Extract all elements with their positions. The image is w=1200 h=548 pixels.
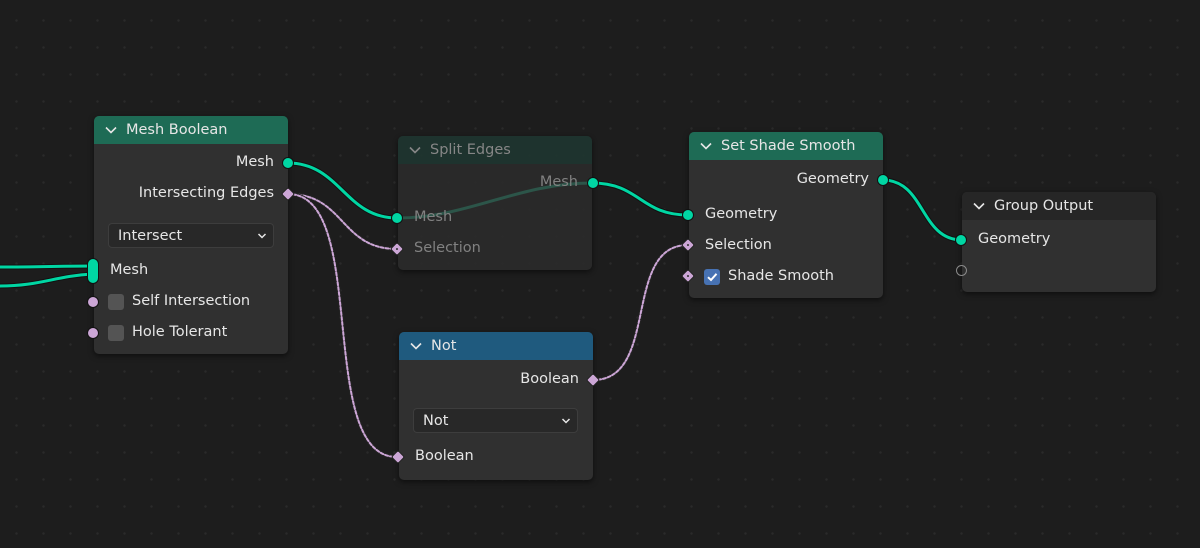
split-edges-output-mesh-socket[interactable] [588, 178, 598, 188]
input-hole-tolerant-socket[interactable] [88, 328, 98, 338]
node-title: Group Output [994, 198, 1094, 214]
chevron-down-icon[interactable] [699, 139, 713, 153]
output-mesh-socket[interactable] [283, 158, 293, 168]
node-title: Not [431, 338, 457, 354]
shade-smooth-label: Shade Smooth [728, 268, 834, 284]
self-intersection-label: Self Intersection [132, 293, 251, 309]
node-mesh-boolean[interactable]: Mesh Boolean Mesh Intersecting Edges Int… [88, 116, 294, 354]
node-title: Set Shade Smooth [721, 138, 856, 154]
node-title: Mesh Boolean [126, 122, 228, 138]
chevron-down-icon [561, 418, 571, 424]
input-self-intersection-socket[interactable] [88, 297, 98, 307]
output-boolean-label: Boolean [520, 371, 579, 387]
chevron-down-icon[interactable] [104, 123, 118, 137]
link-not-to-selection[interactable] [592, 244, 689, 381]
link-shade-smooth-to-group-output[interactable] [881, 178, 964, 242]
output-intersecting-edges-label: Intersecting Edges [138, 185, 274, 201]
operation-value: Intersect [118, 227, 183, 244]
operation-dropdown[interactable]: Intersect [108, 223, 274, 248]
link-intersecting-edges-to-not[interactable] [287, 193, 398, 458]
link-offscreen-to-mesh-boolean-b[interactable] [0, 272, 95, 288]
operation-dropdown[interactable]: Not [413, 408, 578, 433]
node-header[interactable]: Not [399, 332, 593, 360]
hole-tolerant-label: Hole Tolerant [132, 324, 228, 340]
node-header[interactable]: Set Shade Smooth [689, 132, 883, 160]
link-mesh-to-split-edges[interactable] [286, 161, 399, 220]
input-geometry-label: Geometry [978, 231, 1051, 247]
chevron-down-icon[interactable] [409, 339, 423, 353]
split-edges-input-mesh-socket[interactable] [392, 213, 402, 223]
shade-smooth-checkbox[interactable] [704, 269, 720, 285]
input-geometry-label: Geometry [705, 206, 778, 222]
input-empty-socket[interactable] [956, 265, 967, 276]
input-boolean-label: Boolean [415, 448, 474, 464]
output-geometry-socket[interactable] [878, 175, 888, 185]
operation-value: Not [423, 412, 449, 429]
input-mesh-label: Mesh [110, 262, 149, 278]
checkmark-icon [707, 273, 718, 282]
input-geometry-socket[interactable] [956, 235, 966, 245]
node-not[interactable]: Not Boolean Not Boolean [392, 332, 599, 480]
chevron-down-icon[interactable] [972, 199, 986, 213]
input-mesh-multi-socket[interactable] [88, 259, 98, 283]
link-intersecting-edges-to-selection[interactable] [287, 193, 398, 250]
node-group-output[interactable]: Group Output Geometry [956, 192, 1156, 292]
output-geometry-label: Geometry [796, 171, 869, 187]
output-mesh-label: Mesh [235, 154, 274, 170]
self-intersection-checkbox[interactable] [108, 294, 124, 310]
node-set-shade-smooth[interactable]: Set Shade Smooth Geometry Geometry Selec… [682, 132, 888, 298]
link-split-edges-to-shade-smooth[interactable] [590, 181, 690, 217]
link-offscreen-to-mesh-boolean-a[interactable] [0, 264, 95, 269]
chevron-down-icon [257, 233, 267, 239]
node-header[interactable]: Mesh Boolean [94, 116, 288, 144]
hole-tolerant-checkbox[interactable] [108, 325, 124, 341]
node-header[interactable]: Group Output [962, 192, 1156, 220]
input-geometry-socket[interactable] [683, 210, 693, 220]
input-selection-label: Selection [705, 237, 772, 253]
